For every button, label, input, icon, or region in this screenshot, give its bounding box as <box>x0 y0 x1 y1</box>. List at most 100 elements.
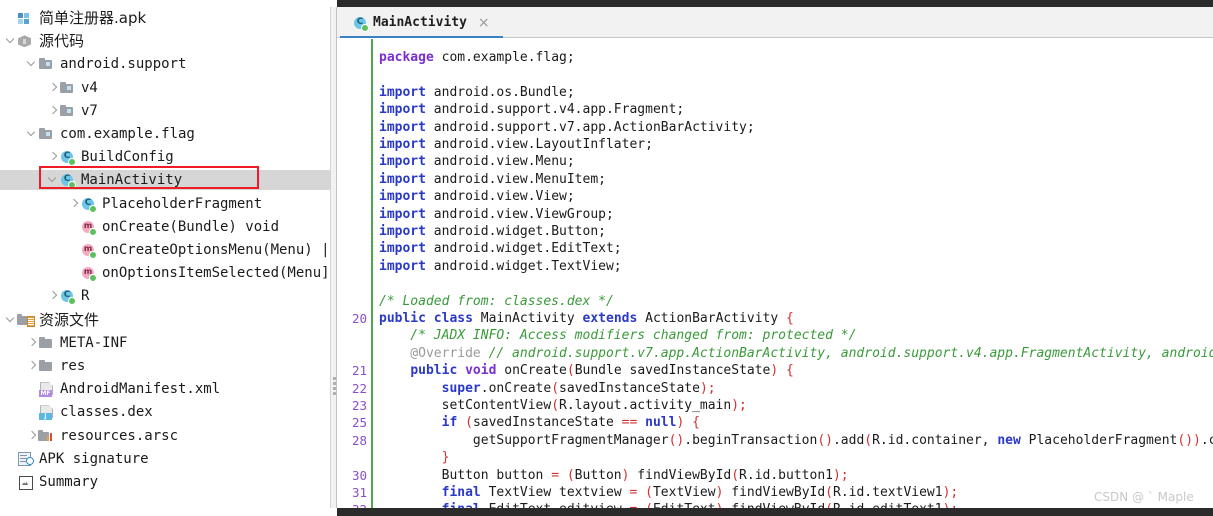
package-icon <box>59 80 76 96</box>
code-line[interactable]: public void onCreate(Bundle savedInstanc… <box>379 362 794 379</box>
code-token: /* Loaded from: classes.dex */ <box>379 293 614 309</box>
code-line[interactable]: final TextView textview = (TextView) fin… <box>379 484 959 501</box>
code-line[interactable]: import android.view.LayoutInflater; <box>379 136 653 153</box>
code-token: R.id.container, <box>872 432 998 448</box>
chevron-right-icon[interactable] <box>25 426 38 446</box>
code-token: android.widget.EditText; <box>433 241 622 257</box>
code-line[interactable]: import android.widget.Button; <box>379 223 606 240</box>
window-bottom-strip <box>337 508 1213 516</box>
code-line[interactable]: } <box>379 449 450 466</box>
chevron-right-icon[interactable] <box>67 194 80 214</box>
tree-item-node[interactable]: v4 <box>0 78 330 98</box>
tree-item-label: 简单注册器.apk <box>39 9 147 27</box>
code-line[interactable]: import android.os.Bundle; <box>379 84 575 101</box>
close-icon[interactable]: × <box>478 16 490 30</box>
project-tree-panel[interactable]: 简单注册器.apk 源代码 android.support v4 v7 com.examp… <box>0 7 330 508</box>
splitter-grip-icon[interactable] <box>333 377 336 396</box>
line-number: 23 <box>351 398 367 413</box>
code-token: TextView <box>652 485 716 500</box>
chevron-right-icon[interactable] <box>25 356 38 376</box>
tree-item-node[interactable]: MF AndroidManifest.xml <box>0 379 330 399</box>
tree-item-node[interactable]: v7 <box>0 101 330 121</box>
code-token: android.view.ViewGroup; <box>433 206 614 222</box>
code-token: if <box>441 415 466 431</box>
code-line[interactable]: import android.view.Menu; <box>379 153 575 170</box>
code-token: ( <box>551 380 560 396</box>
chevron-down-icon[interactable] <box>25 124 38 144</box>
code-token: extends <box>582 311 646 326</box>
tree-item-node[interactable]: META-INF <box>0 333 330 353</box>
code-line[interactable]: final EditText editview = (EditText) fin… <box>379 501 959 508</box>
code-line[interactable]: import android.widget.EditText; <box>379 240 622 257</box>
code-token: findViewById <box>637 467 732 483</box>
chevron-down-icon[interactable] <box>46 170 59 190</box>
code-line[interactable]: if (savedInstanceState == null) { <box>379 414 700 431</box>
code-line[interactable]: import android.view.ViewGroup; <box>379 206 614 223</box>
tree-item-node[interactable]: Summary <box>0 472 330 492</box>
code-line[interactable]: import android.support.v4.app.Fragment; <box>379 101 684 118</box>
tree-item-node[interactable]: 简单注册器.apk <box>0 8 330 28</box>
code-token: ( <box>551 398 560 413</box>
chevron-right-icon[interactable] <box>25 333 38 353</box>
method-icon: m <box>80 219 97 236</box>
tree-item-label: v7 <box>81 102 98 119</box>
code-token: setContentView <box>379 398 552 413</box>
code-line[interactable]: import android.support.v7.app.ActionBarA… <box>379 119 755 136</box>
tree-item-method[interactable]: m onCreateOptionsMenu(Menu) | <box>0 240 330 260</box>
code-line[interactable]: public class MainActivity extends Action… <box>379 310 794 327</box>
chevron-down-icon[interactable] <box>4 310 17 330</box>
source-code-area[interactable]: package com.example.flag; import android.… <box>375 39 1213 508</box>
tree-item-node[interactable]: 资源文件 <box>0 310 330 330</box>
code-token: import <box>379 241 434 257</box>
line-number: 28 <box>351 432 367 448</box>
tree-item-node[interactable]: C MainActivity <box>0 170 330 191</box>
code-line[interactable]: import android.view.View; <box>379 188 575 205</box>
code-token: import <box>379 171 434 187</box>
code-token: import <box>379 154 434 170</box>
code-token: ( <box>645 485 653 500</box>
tree-item-node[interactable]: resources.arsc <box>0 426 330 446</box>
code-line[interactable]: /* JADX INFO: Access modifiers changed f… <box>379 327 856 344</box>
code-line[interactable]: @Override // android.support.v7.app.Acti… <box>379 345 1213 362</box>
code-line[interactable]: import android.view.MenuItem; <box>379 171 606 188</box>
chevron-right-icon[interactable] <box>46 78 59 98</box>
code-line[interactable]: package com.example.flag; <box>379 49 575 66</box>
chevron-right-icon[interactable] <box>46 147 59 167</box>
tree-item-node[interactable]: CR <box>0 286 330 306</box>
code-line[interactable]: import android.widget.TextView; <box>379 258 622 275</box>
tree-item-node[interactable]: res <box>0 356 330 376</box>
tree-item-label: android.support <box>60 56 187 73</box>
tree-item-label: 源代码 <box>39 32 85 51</box>
code-line[interactable]: /* Loaded from: classes.dex */ <box>379 293 614 310</box>
code-token: Button button <box>379 467 552 483</box>
code-line[interactable]: Button button = (Button) findViewById(R.… <box>379 467 849 484</box>
tree-item-method[interactable]: m onOptionsItemSelected(Menu] <box>0 263 330 283</box>
chevron-right-icon[interactable] <box>46 286 59 306</box>
tree-item-node[interactable]: Jclasses.dex <box>0 402 330 422</box>
code-token: onCreate <box>504 363 567 379</box>
tree-item-node[interactable]: com.example.flag <box>0 124 330 144</box>
chevron-down-icon[interactable] <box>4 31 17 51</box>
tab-mainactivity[interactable]: C MainActivity × <box>344 7 498 38</box>
code-token: android.os.Bundle; <box>433 84 575 100</box>
tree-item-method[interactable]: m onCreate(Bundle) void <box>0 217 330 237</box>
chevron-right-icon[interactable] <box>46 101 59 121</box>
tree-item-node[interactable]: 源代码 <box>0 31 330 51</box>
code-token: @Override <box>379 345 489 361</box>
tree-item-node[interactable]: C PlaceholderFragment <box>0 194 330 214</box>
code-line[interactable]: setContentView(R.layout.activity_main); <box>379 397 747 414</box>
chevron-down-icon[interactable] <box>25 54 38 74</box>
panel-splitter[interactable] <box>330 7 337 508</box>
tree-item-node[interactable]: C BuildConfig <box>0 147 330 167</box>
code-line[interactable]: getSupportFragmentManager().beginTransac… <box>379 432 1213 449</box>
code-line[interactable]: super.onCreate(savedInstanceState); <box>379 380 716 397</box>
code-token: super <box>441 380 481 396</box>
code-token: android.view.LayoutInflater; <box>433 137 653 152</box>
tree-item-node[interactable]: android.support <box>0 54 330 74</box>
tree-item-node[interactable]: APK signature <box>0 449 330 469</box>
